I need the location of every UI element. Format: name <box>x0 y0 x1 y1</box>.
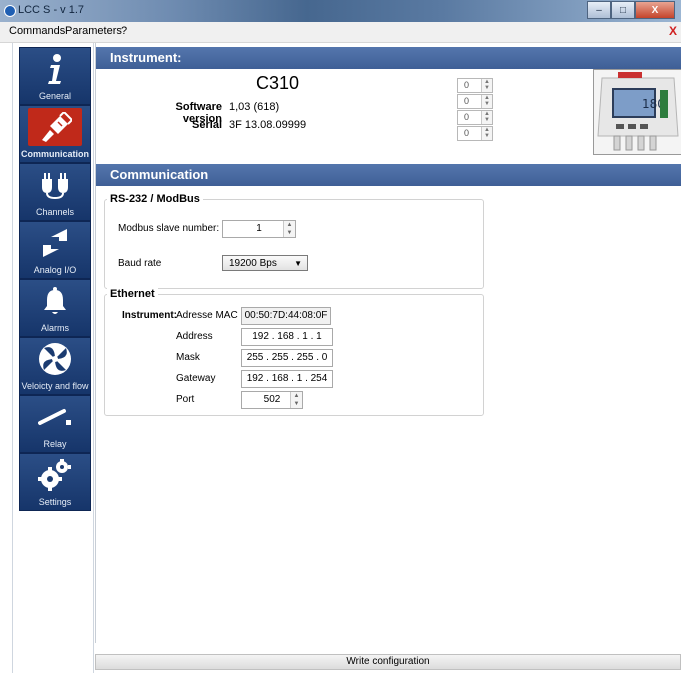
mac-field: 00:50:7D:44:08:0F <box>241 307 331 325</box>
sidebar-item-general[interactable]: General <box>19 47 91 105</box>
sidebar-item-label: General <box>38 91 72 101</box>
communication-header-title: Communication <box>110 167 209 182</box>
spinner-2[interactable]: 0 ▲ ▼ <box>457 94 493 109</box>
instrument-label: Instrument: <box>122 310 177 321</box>
serial-value: 3F 13.08.09999 <box>229 119 307 131</box>
port-stepper[interactable]: 502 ▲ ▼ <box>241 391 303 409</box>
address-label: Address <box>176 331 213 342</box>
baud-rate-select[interactable]: 19200 Bps ▼ <box>222 255 308 271</box>
arrows-icon <box>20 226 90 260</box>
fan-icon <box>20 342 90 376</box>
modbus-slave-stepper[interactable]: 1 ▲ ▼ <box>222 220 296 238</box>
sidebar-item-relay[interactable]: Relay <box>19 395 91 453</box>
spinner-3[interactable]: 0 ▲ ▼ <box>457 110 493 125</box>
app-icon <box>4 5 16 17</box>
info-icon <box>20 52 90 86</box>
plug-icon <box>20 168 90 202</box>
window-title: LCC S - v 1.7 <box>18 4 85 16</box>
close-mdi-icon[interactable]: X <box>669 24 677 38</box>
instrument-header: Instrument: <box>96 47 681 69</box>
modbus-slave-label: Modbus slave number: <box>118 223 220 234</box>
serial-label: Serial <box>192 119 222 131</box>
rs232-title: RS-232 / ModBus <box>107 193 203 205</box>
ethernet-plug-icon <box>28 108 82 146</box>
write-configuration-button[interactable]: Write configuration <box>95 654 681 670</box>
menu-commands[interactable]: Commands <box>9 25 65 37</box>
ethernet-title: Ethernet <box>107 288 158 300</box>
sidebar-item-label: Analog I/O <box>33 265 77 275</box>
instrument-name: C310 <box>256 73 300 93</box>
sidebar-item-analog-io[interactable]: Analog I/O <box>19 221 91 279</box>
sidebar-item-label: Relay <box>43 439 67 449</box>
menu-help[interactable]: ? <box>121 25 127 37</box>
mac-label: Adresse MAC <box>176 310 238 321</box>
minimize-button[interactable]: – <box>587 1 611 19</box>
communication-header: Communication <box>96 164 681 186</box>
sidebar-item-channels[interactable]: Channels <box>19 163 91 221</box>
instrument-header-title: Instrument: <box>110 50 182 65</box>
bell-icon <box>20 284 90 318</box>
gateway-label: Gateway <box>176 373 216 384</box>
gateway-field[interactable]: 192 . 168 . 1 . 254 <box>241 370 333 388</box>
menu-bar: Commands Parameters ? X <box>0 22 681 43</box>
sidebar-item-settings[interactable]: Settings <box>19 453 91 511</box>
baud-rate-label: Baud rate <box>118 258 162 269</box>
title-bar: LCC S - v 1.7 – □ X <box>0 0 681 22</box>
sidebar-item-label: Communication <box>20 149 89 159</box>
gears-icon <box>20 458 90 492</box>
maximize-button[interactable]: □ <box>611 1 635 19</box>
close-button[interactable]: X <box>635 1 675 19</box>
address-field[interactable]: 192 . 168 . 1 . 1 <box>241 328 333 346</box>
mask-field[interactable]: 255 . 255 . 255 . 0 <box>241 349 333 367</box>
menu-parameters[interactable]: Parameters <box>65 25 122 37</box>
rs232-group <box>104 199 484 289</box>
software-version-value: 1,03 (618) <box>229 101 280 113</box>
spinner-1[interactable]: 0 ▲ ▼ <box>457 78 493 93</box>
sidebar: General Communication Channels Analog I/… <box>12 43 94 673</box>
sidebar-item-label: Alarms <box>40 323 69 333</box>
sidebar-item-communication[interactable]: Communication <box>19 105 91 163</box>
sidebar-item-velocity-flow[interactable]: Veloicty and flow <box>19 337 91 395</box>
main-panel: Instrument: C310 Software version 1,03 (… <box>95 43 681 643</box>
sidebar-item-label: Settings <box>38 497 72 507</box>
sidebar-item-label: Veloicty and flow <box>21 381 89 391</box>
mask-label: Mask <box>176 352 200 363</box>
device-image: 180 <box>593 69 681 155</box>
relay-switch-icon <box>20 400 90 434</box>
spinner-4[interactable]: 0 ▲ ▼ <box>457 126 493 141</box>
sidebar-item-label: Channels <box>35 207 75 217</box>
port-label: Port <box>176 394 195 405</box>
sidebar-item-alarms[interactable]: Alarms <box>19 279 91 337</box>
